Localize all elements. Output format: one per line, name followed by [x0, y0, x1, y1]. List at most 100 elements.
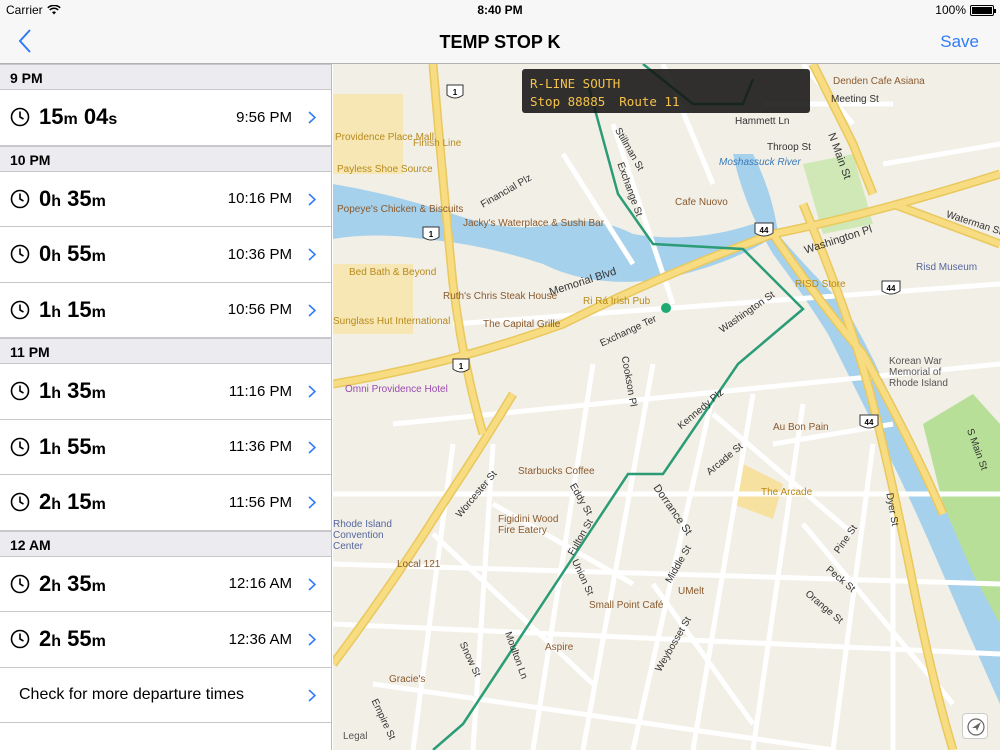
departure-row[interactable]: 1h 35m 11:16 PM — [0, 364, 331, 420]
status-time: 8:40 PM — [477, 3, 523, 17]
battery-icon — [970, 4, 996, 16]
departures-table[interactable]: 9 PM 15m 04s 9:56 PM 10 PM 0h 35m 10:16 PM 0h … — [0, 64, 332, 750]
departure-row[interactable]: 1h 55m 11:36 PM — [0, 419, 331, 475]
place-label[interactable]: Local 121 — [397, 559, 440, 570]
departure-row[interactable]: 0h 35m 10:16 PM — [0, 171, 331, 227]
place-label[interactable]: The Arcade — [761, 487, 812, 498]
clock-icon — [10, 381, 30, 401]
page-title: TEMP STOP K — [439, 32, 561, 52]
countdown: 1h 35m — [39, 378, 106, 404]
street-label: Hammett Ln — [735, 116, 790, 127]
departure-row[interactable]: 15m 04s 9:56 PM — [0, 90, 331, 146]
place-label[interactable]: Omni Providence Hotel — [345, 384, 448, 395]
callout-stop: Stop 88885 — [530, 94, 606, 109]
clock-icon — [10, 492, 30, 512]
more-departures-button[interactable]: Check for more departure times — [0, 667, 331, 723]
place-label[interactable]: UMelt — [678, 586, 704, 597]
callout-route: Route 11 — [619, 94, 680, 109]
svg-text:44: 44 — [865, 418, 874, 427]
section-header: 9 PM — [0, 64, 331, 90]
place-label: Moshassuck River — [719, 157, 801, 168]
street-label: Meeting St — [831, 94, 879, 105]
place-label[interactable]: Bed Bath & Beyond — [349, 267, 436, 278]
place-label[interactable]: Korean War Memorial of Rhode Island — [889, 356, 959, 389]
map-view[interactable]: R-LINE SOUTH Stop 88885 Route 11 Providen… — [333, 64, 1000, 750]
place-label[interactable]: Ruth's Chris Steak House — [443, 291, 557, 302]
clock-icon — [10, 107, 30, 127]
countdown: 1h 15m — [39, 296, 106, 322]
departure-time: 10:56 PM — [227, 301, 292, 319]
save-button[interactable]: Save — [940, 32, 979, 52]
callout-details: Stop 88885 Route 11 — [530, 93, 810, 111]
clock-icon — [10, 574, 30, 594]
status-bar: Carrier 8:40 PM 100% — [0, 0, 1000, 20]
route-shield-icon: 44 — [881, 280, 901, 295]
svg-text:44: 44 — [760, 226, 769, 235]
place-label[interactable]: Payless Shoe Source — [337, 164, 433, 175]
place-label[interactable]: Finish Line — [413, 138, 461, 149]
chevron-right-icon — [308, 496, 317, 509]
clock-icon — [10, 300, 30, 320]
countdown: 0h 35m — [39, 185, 106, 211]
battery-indicator: 100% — [935, 3, 996, 17]
place-label[interactable]: Gracie's — [389, 674, 425, 685]
svg-text:44: 44 — [887, 284, 896, 293]
place-label[interactable]: RISD Store — [795, 279, 846, 290]
place-label[interactable]: Jacky's Waterplace & Sushi Bar — [463, 218, 604, 229]
street-label: Throop St — [767, 142, 811, 153]
chevron-left-icon — [18, 29, 31, 53]
place-label[interactable]: Starbucks Coffee — [518, 466, 595, 477]
svg-text:1: 1 — [453, 88, 458, 97]
chevron-right-icon — [308, 578, 317, 591]
stop-callout[interactable]: R-LINE SOUTH Stop 88885 Route 11 — [522, 69, 810, 113]
countdown: 0h 55m — [39, 241, 106, 267]
clock-icon — [10, 437, 30, 457]
route-shield-icon: 44 — [754, 222, 774, 237]
place-label[interactable]: Rhode Island Convention Center — [333, 519, 403, 552]
callout-route-name: R-LINE SOUTH — [530, 76, 621, 91]
place-label[interactable]: Sunglass Hut International — [333, 316, 450, 327]
departure-row[interactable]: 1h 15m 10:56 PM — [0, 282, 331, 338]
battery-percent: 100% — [935, 3, 966, 17]
departure-time: 12:36 AM — [228, 630, 292, 648]
section-header: 11 PM — [0, 338, 331, 364]
place-label[interactable]: Risd Museum — [916, 262, 977, 273]
place-label[interactable]: Aspire — [545, 642, 573, 653]
route-shield-icon: 1 — [452, 358, 470, 373]
departure-row[interactable]: 0h 55m 10:36 PM — [0, 227, 331, 283]
chevron-right-icon — [308, 441, 317, 454]
svg-text:1: 1 — [429, 230, 434, 239]
location-arrow-icon — [967, 718, 985, 736]
departure-time: 9:56 PM — [236, 108, 292, 126]
place-label[interactable]: Figidini Wood Fire Eatery — [498, 514, 568, 536]
route-shield-icon: 1 — [422, 226, 440, 241]
chevron-right-icon — [308, 304, 317, 317]
clock-icon — [10, 189, 30, 209]
route-shield-icon: 44 — [859, 414, 879, 429]
navigation-bar: TEMP STOP K Save — [0, 20, 1000, 64]
departure-row[interactable]: 2h 35m 12:16 AM — [0, 556, 331, 612]
place-label[interactable]: Cafe Nuovo — [675, 197, 728, 208]
place-label[interactable]: Au Bon Pain — [773, 422, 829, 433]
departure-time: 11:56 PM — [228, 493, 292, 511]
clock-icon — [10, 244, 30, 264]
departure-row[interactable]: 2h 55m 12:36 AM — [0, 612, 331, 668]
chevron-right-icon — [308, 689, 317, 702]
countdown: 2h 35m — [39, 570, 106, 596]
place-label[interactable]: Small Point Café — [589, 600, 663, 611]
departure-time: 11:16 PM — [228, 382, 292, 400]
legal-link[interactable]: Legal — [343, 731, 367, 742]
chevron-right-icon — [308, 111, 317, 124]
departure-time: 10:16 PM — [227, 190, 292, 208]
place-label[interactable]: Denden Cafe Asiana — [833, 76, 925, 87]
countdown: 2h 55m — [39, 626, 106, 652]
place-label[interactable]: Popeye's Chicken & Biscuits — [337, 204, 463, 215]
locate-me-button[interactable] — [962, 713, 988, 739]
departure-row[interactable]: 2h 15m 11:56 PM — [0, 475, 331, 531]
place-label[interactable]: Ri Rá Irish Pub — [583, 296, 650, 307]
place-label[interactable]: The Capital Grille — [483, 319, 560, 330]
departure-time: 11:36 PM — [228, 438, 292, 456]
back-button[interactable] — [18, 28, 48, 56]
countdown: 1h 55m — [39, 433, 106, 459]
chevron-right-icon — [308, 385, 317, 398]
